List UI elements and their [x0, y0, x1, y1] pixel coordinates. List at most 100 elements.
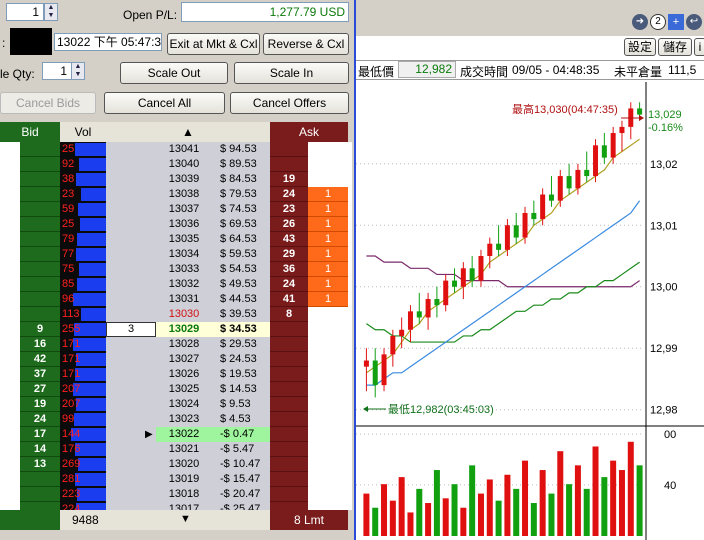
back-icon[interactable]: ↩: [686, 14, 702, 30]
ask-cell[interactable]: 24: [270, 277, 308, 292]
ladder-row[interactable]: 96 13031 $ 44.53 41 1: [0, 292, 352, 307]
price-cell[interactable]: 13034: [156, 247, 212, 262]
ladder-row[interactable]: 16 171 13028 $ 29.53: [0, 337, 352, 352]
bid-cell[interactable]: [20, 247, 60, 262]
ask-cell[interactable]: 24: [270, 187, 308, 202]
ask-cell[interactable]: 29: [270, 247, 308, 262]
ask-cell[interactable]: [270, 412, 308, 427]
ladder-row[interactable]: 25 13041 $ 94.53: [0, 142, 352, 157]
ladder-row[interactable]: 224 13017 -$ 25.47: [0, 502, 352, 510]
ladder-row[interactable]: 27 207 13025 $ 14.53: [0, 382, 352, 397]
bid-cell-left[interactable]: [0, 412, 20, 427]
bid-cell[interactable]: [20, 232, 60, 247]
ladder-row[interactable]: 79 13035 $ 64.53 43 1: [0, 232, 352, 247]
ask-cell[interactable]: [270, 367, 308, 382]
bid-cell[interactable]: [20, 487, 60, 502]
ask-cell[interactable]: 26: [270, 217, 308, 232]
price-cell[interactable]: 13019: [156, 472, 212, 487]
price-cell[interactable]: 13018: [156, 487, 212, 502]
ask-cell[interactable]: 41: [270, 292, 308, 307]
cancel-offers-button[interactable]: Cancel Offers: [230, 92, 349, 114]
bid-cell[interactable]: [20, 172, 60, 187]
ask-cell[interactable]: [270, 157, 308, 172]
cancel-all-button[interactable]: Cancel All: [104, 92, 225, 114]
bid-cell-left[interactable]: [0, 457, 20, 472]
bid-cell[interactable]: 19: [20, 397, 60, 412]
scroll-down-icon[interactable]: ▼: [180, 513, 191, 525]
bid-cell[interactable]: 42: [20, 352, 60, 367]
ladder-row[interactable]: 75 13033 $ 54.53 36 1: [0, 262, 352, 277]
bid-cell-left[interactable]: [0, 382, 20, 397]
price-cell[interactable]: 13026: [156, 367, 212, 382]
scale-in-button[interactable]: Scale In: [234, 62, 349, 84]
ask-cell[interactable]: [270, 472, 308, 487]
candlestick-chart[interactable]: 13,02 13,01 13,00 12,99 12,98 最高13,030(04:47:…: [356, 82, 704, 540]
reverse-button[interactable]: Reverse & Cxl: [263, 33, 349, 55]
bid-cell-left[interactable]: [0, 367, 20, 382]
ladder-row[interactable]: 59 13037 $ 74.53 23 1: [0, 202, 352, 217]
forward-icon[interactable]: ➜: [632, 14, 648, 30]
price-cell[interactable]: 13041: [156, 142, 212, 157]
price-cell[interactable]: 13021: [156, 442, 212, 457]
bid-cell-left[interactable]: [0, 277, 20, 292]
scale-out-button[interactable]: Scale Out: [120, 62, 228, 84]
bid-cell[interactable]: [20, 187, 60, 202]
ladder-row[interactable]: 92 13040 $ 89.53: [0, 157, 352, 172]
price-cell[interactable]: 13020: [156, 457, 212, 472]
ask-cell[interactable]: [270, 457, 308, 472]
ladder-row[interactable]: 14 176 13021 -$ 5.47: [0, 442, 352, 457]
price-cell[interactable]: 13028: [156, 337, 212, 352]
ladder-row[interactable]: 17 144 13022 -$ 0.47 ▶: [0, 427, 352, 442]
price-cell[interactable]: 13024: [156, 397, 212, 412]
ladder-row[interactable]: 38 13039 $ 84.53 19: [0, 172, 352, 187]
ask-cell[interactable]: 36: [270, 262, 308, 277]
price-cell[interactable]: 13033: [156, 262, 212, 277]
ladder-row[interactable]: 24 99 13023 $ 4.53: [0, 412, 352, 427]
ladder-row[interactable]: 9 255 3 13029 $ 34.53: [0, 322, 352, 337]
price-cell[interactable]: 13017: [156, 502, 212, 510]
bid-cell[interactable]: 37: [20, 367, 60, 382]
bid-cell-left[interactable]: [0, 337, 20, 352]
bid-cell-left[interactable]: [0, 247, 20, 262]
ask-cell[interactable]: [270, 142, 308, 157]
bid-cell[interactable]: 9: [20, 322, 60, 337]
bid-cell-left[interactable]: [0, 487, 20, 502]
add-window-icon[interactable]: +: [668, 14, 684, 30]
bid-cell[interactable]: 27: [20, 382, 60, 397]
bid-cell[interactable]: [20, 277, 60, 292]
bid-cell-left[interactable]: [0, 292, 20, 307]
ladder-row[interactable]: 25 13036 $ 69.53 26 1: [0, 217, 352, 232]
bid-cell[interactable]: 24: [20, 412, 60, 427]
price-cell[interactable]: 13025: [156, 382, 212, 397]
cancel-bids-button[interactable]: Cancel Bids: [0, 92, 96, 114]
number-icon[interactable]: 2: [650, 14, 666, 30]
ask-cell[interactable]: 43: [270, 232, 308, 247]
ladder-row[interactable]: 19 207 13024 $ 9.53: [0, 397, 352, 412]
price-cell[interactable]: 13039: [156, 172, 212, 187]
bid-cell[interactable]: [20, 307, 60, 322]
ask-cell[interactable]: [270, 397, 308, 412]
ask-cell[interactable]: [270, 427, 308, 442]
ladder-row[interactable]: 23 13038 $ 79.53 24 1: [0, 187, 352, 202]
ask-cell[interactable]: [270, 322, 308, 337]
ask-cell[interactable]: [270, 487, 308, 502]
ladder-row[interactable]: 77 13034 $ 59.53 29 1: [0, 247, 352, 262]
bid-cell-left[interactable]: [0, 187, 20, 202]
bid-cell[interactable]: [20, 142, 60, 157]
bid-cell-left[interactable]: [0, 502, 20, 510]
price-cell[interactable]: 13029: [156, 322, 212, 337]
bid-cell-left[interactable]: [0, 232, 20, 247]
ladder-row[interactable]: 13 269 13020 -$ 10.47: [0, 457, 352, 472]
price-cell[interactable]: 13040: [156, 157, 212, 172]
bid-cell-left[interactable]: [0, 352, 20, 367]
ask-cell[interactable]: [270, 502, 308, 510]
ask-cell[interactable]: 19: [270, 172, 308, 187]
bid-cell-left[interactable]: [0, 202, 20, 217]
settings-button[interactable]: 設定: [624, 38, 656, 56]
bid-cell[interactable]: [20, 202, 60, 217]
bid-cell-left[interactable]: [0, 157, 20, 172]
bid-cell-left[interactable]: [0, 322, 20, 337]
bid-cell-left[interactable]: [0, 172, 20, 187]
scale-qty-input[interactable]: 1: [42, 62, 72, 80]
price-cell[interactable]: 13037: [156, 202, 212, 217]
